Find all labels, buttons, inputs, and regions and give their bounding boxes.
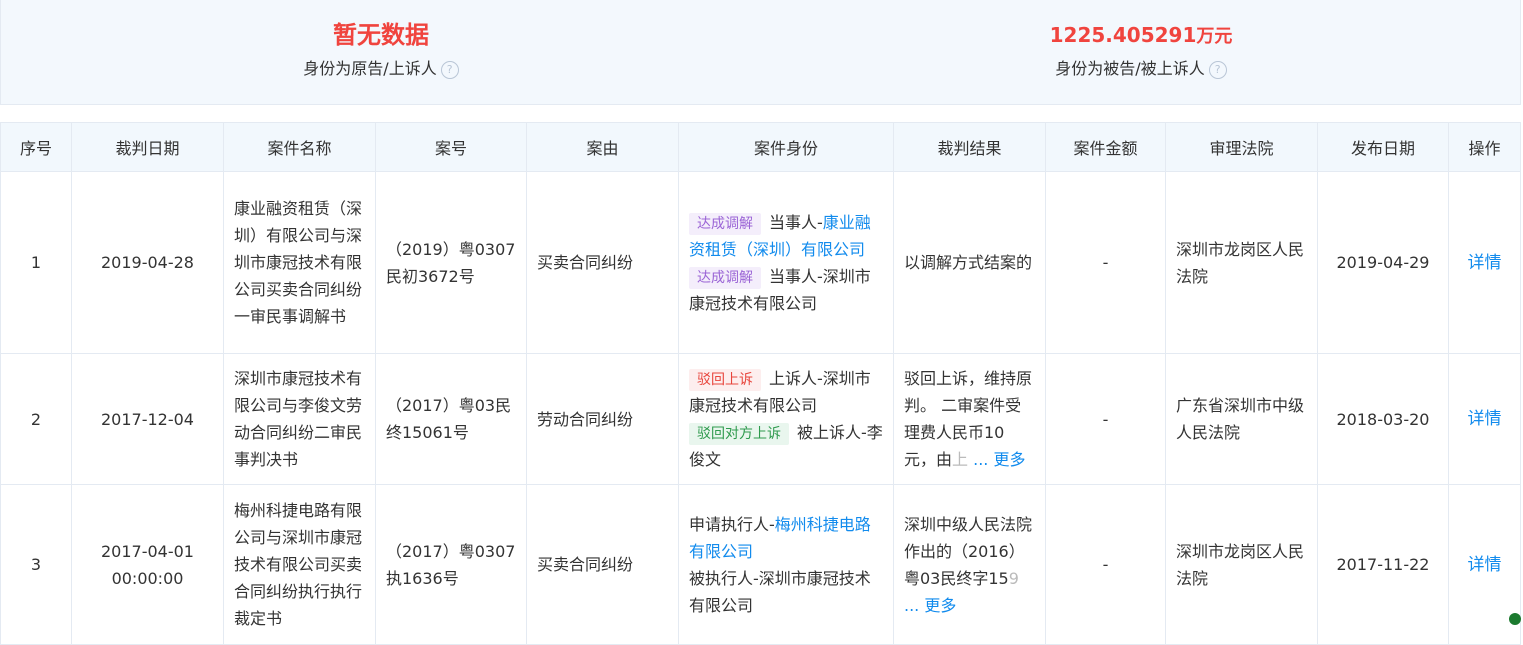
table-row: 3 2017-04-01 00:00:00 梅州科捷电路有限公司与深圳市康冠技术… xyxy=(1,485,1521,645)
plaintiff-amount: 暂无数据 xyxy=(231,20,531,50)
status-badge: 驳回对方上诉 xyxy=(689,423,789,445)
detail-link[interactable]: 详情 xyxy=(1468,253,1502,273)
row-case-name[interactable]: 深圳市康冠技术有限公司与李俊文劳动合同纠纷二审民事判决书 xyxy=(224,354,376,485)
row-case-no: （2019）粤0307民初3672号 xyxy=(376,172,527,354)
party-role: 申请执行人- xyxy=(689,515,775,534)
party-entry: 达成调解当事人-康业融资租赁（深圳）有限公司 xyxy=(689,209,883,263)
row-amount: - xyxy=(1046,172,1166,354)
header-publish-date: 发布日期 xyxy=(1318,123,1449,172)
row-case-name[interactable]: 康业融资租赁（深圳）有限公司与深圳市康冠技术有限公司买卖合同纠纷一审民事调解书 xyxy=(224,172,376,354)
row-index: 2 xyxy=(1,354,72,485)
header-index: 序号 xyxy=(1,123,72,172)
row-result: 以调解方式结案的 xyxy=(894,172,1046,354)
party-role: 当事人- xyxy=(769,213,823,232)
defendant-label: 身份为被告/被上诉人? xyxy=(991,54,1291,84)
row-result: 深圳中级人民法院作出的（2016）粤03民终字159 ... 更多 xyxy=(894,485,1046,645)
result-faded-text: 9 xyxy=(1009,569,1019,588)
party-role: 被执行人-深圳市康冠技术有限公司 xyxy=(689,569,871,615)
party-entry: 驳回上诉上诉人-深圳市康冠技术有限公司 xyxy=(689,365,883,419)
result-text-wrap: 深圳中级人民法院作出的（2016）粤03民终字159 ... 更多 xyxy=(904,511,1035,619)
row-parties: 驳回上诉上诉人-深圳市康冠技术有限公司 驳回对方上诉被上诉人-李俊文 xyxy=(679,354,894,485)
header-cause: 案由 xyxy=(527,123,679,172)
more-link[interactable]: ... 更多 xyxy=(904,596,956,615)
party-entry: 驳回对方上诉被上诉人-李俊文 xyxy=(689,419,883,473)
defendant-amount-value: 1225.405291 xyxy=(1050,23,1197,47)
row-judge-date: 2017-04-01 00:00:00 xyxy=(72,485,224,645)
row-publish-date: 2019-04-29 xyxy=(1318,172,1449,354)
row-action-cell: 详情 xyxy=(1449,354,1521,485)
header-parties: 案件身份 xyxy=(679,123,894,172)
plaintiff-label-text: 身份为原告/上诉人 xyxy=(303,59,436,78)
row-cause: 劳动合同纠纷 xyxy=(527,354,679,485)
row-action-cell: 详情 xyxy=(1449,172,1521,354)
row-case-no: （2017）粤03民终15061号 xyxy=(376,354,527,485)
header-amount: 案件金额 xyxy=(1046,123,1166,172)
row-parties: 达成调解当事人-康业融资租赁（深圳）有限公司 达成调解当事人-深圳市康冠技术有限… xyxy=(679,172,894,354)
header-action: 操作 xyxy=(1449,123,1521,172)
row-judge-date: 2017-12-04 xyxy=(72,354,224,485)
header-judge-date: 裁判日期 xyxy=(72,123,224,172)
detail-link[interactable]: 详情 xyxy=(1468,409,1502,429)
row-cause: 买卖合同纠纷 xyxy=(527,172,679,354)
row-judge-date: 2019-04-28 xyxy=(72,172,224,354)
header-case-no: 案号 xyxy=(376,123,527,172)
status-badge: 达成调解 xyxy=(689,267,761,289)
row-court: 广东省深圳市中级人民法院 xyxy=(1166,354,1318,485)
plaintiff-stat: 暂无数据 身份为原告/上诉人? xyxy=(231,0,531,84)
status-badge: 驳回上诉 xyxy=(689,369,761,391)
row-case-no: （2017）粤0307执1636号 xyxy=(376,485,527,645)
table-row: 1 2019-04-28 康业融资租赁（深圳）有限公司与深圳市康冠技术有限公司买… xyxy=(1,172,1521,354)
table-row: 2 2017-12-04 深圳市康冠技术有限公司与李俊文劳动合同纠纷二审民事判决… xyxy=(1,354,1521,485)
header-court: 审理法院 xyxy=(1166,123,1318,172)
party-entry: 被执行人-深圳市康冠技术有限公司 xyxy=(689,565,883,619)
row-parties: 申请执行人-梅州科捷电路有限公司 被执行人-深圳市康冠技术有限公司 xyxy=(679,485,894,645)
float-badge-icon[interactable] xyxy=(1509,613,1521,625)
case-summary-panel: 暂无数据 身份为原告/上诉人? 1225.405291万元 身份为被告/被上诉人… xyxy=(0,0,1521,105)
row-court: 深圳市龙岗区人民法院 xyxy=(1166,485,1318,645)
row-amount: - xyxy=(1046,354,1166,485)
result-text-wrap: 驳回上诉，维持原判。 二审案件受理费人民币10元，由上 ... 更多 xyxy=(904,365,1035,473)
party-entry: 申请执行人-梅州科捷电路有限公司 xyxy=(689,511,883,565)
table-header-row: 序号 裁判日期 案件名称 案号 案由 案件身份 裁判结果 案件金额 审理法院 发… xyxy=(1,123,1521,172)
header-result: 裁判结果 xyxy=(894,123,1046,172)
defendant-amount: 1225.405291万元 xyxy=(991,20,1291,50)
question-circle-icon[interactable]: ? xyxy=(1209,61,1227,79)
row-publish-date: 2017-11-22 xyxy=(1318,485,1449,645)
more-link[interactable]: ... 更多 xyxy=(973,450,1025,469)
party-entry: 达成调解当事人-深圳市康冠技术有限公司 xyxy=(689,263,883,317)
defendant-label-text: 身份为被告/被上诉人 xyxy=(1055,59,1204,78)
defendant-amount-unit: 万元 xyxy=(1196,26,1232,47)
judgment-table: 序号 裁判日期 案件名称 案号 案由 案件身份 裁判结果 案件金额 审理法院 发… xyxy=(0,122,1521,645)
header-case-name: 案件名称 xyxy=(224,123,376,172)
row-publish-date: 2018-03-20 xyxy=(1318,354,1449,485)
row-index: 3 xyxy=(1,485,72,645)
row-amount: - xyxy=(1046,485,1166,645)
detail-link[interactable]: 详情 xyxy=(1468,555,1502,575)
row-cause: 买卖合同纠纷 xyxy=(527,485,679,645)
defendant-stat: 1225.405291万元 身份为被告/被上诉人? xyxy=(991,0,1291,84)
row-case-name[interactable]: 梅州科捷电路有限公司与深圳市康冠技术有限公司买卖合同纠纷执行执行裁定书 xyxy=(224,485,376,645)
row-index: 1 xyxy=(1,172,72,354)
result-faded-text: 上 xyxy=(952,450,968,469)
question-circle-icon[interactable]: ? xyxy=(441,61,459,79)
plaintiff-label: 身份为原告/上诉人? xyxy=(231,54,531,84)
status-badge: 达成调解 xyxy=(689,213,761,235)
row-result: 驳回上诉，维持原判。 二审案件受理费人民币10元，由上 ... 更多 xyxy=(894,354,1046,485)
row-court: 深圳市龙岗区人民法院 xyxy=(1166,172,1318,354)
